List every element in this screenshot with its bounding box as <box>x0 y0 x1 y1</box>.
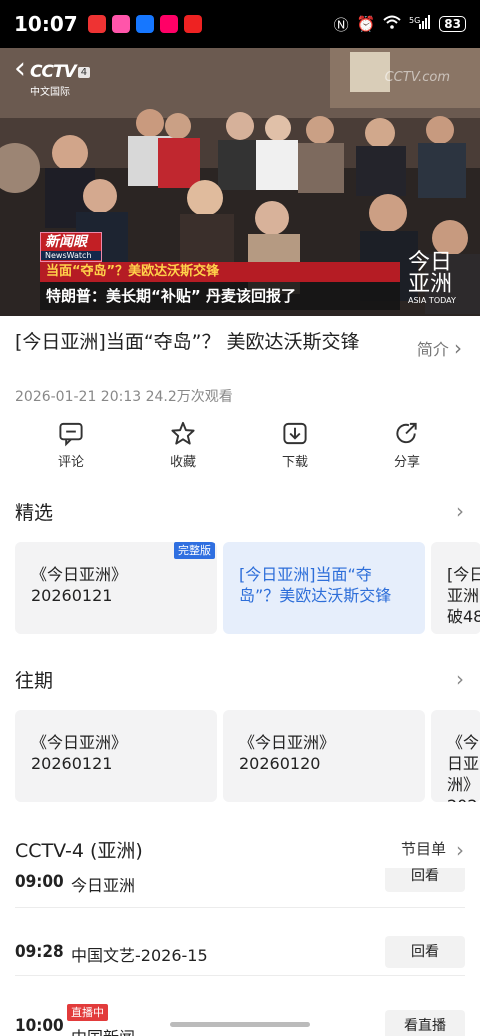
comment-icon <box>59 422 83 447</box>
featured-card-title: 《今日亚洲》20260121 <box>31 565 128 605</box>
past-card[interactable]: 《今日亚洲》20260120 <box>223 710 425 802</box>
schedule-time: 09:00 <box>15 872 64 892</box>
show-logo-en: ASIA TODAY <box>408 296 456 305</box>
full-version-badge: 完整版 <box>174 542 215 559</box>
app-notification-icon <box>111 15 130 33</box>
cctv-logo-sub: 中文国际 <box>30 87 70 98</box>
live-badge: 直播中 <box>67 1004 108 1021</box>
newswatch-cn: 新闻眼 <box>45 234 87 250</box>
share-button[interactable]: 分享 <box>351 420 463 470</box>
watch-live-button[interactable]: 看直播 <box>385 1010 465 1036</box>
back-icon[interactable]: ‹ <box>14 54 26 84</box>
past-card-title: 《今日亚洲》20260120 <box>239 733 336 773</box>
download-button[interactable]: 下载 <box>239 420 351 470</box>
star-icon <box>171 421 195 445</box>
cctv-channel-number: 4 <box>77 67 91 78</box>
past-list: 《今日亚洲》20260121 《今日亚洲》20260120 《今日亚洲》2026 <box>15 710 480 802</box>
app-notification-icon <box>87 15 106 33</box>
program-list-button[interactable]: 节目单 <box>401 838 446 859</box>
download-icon <box>283 422 307 445</box>
channel-name: CCTV-4 (亚洲) <box>15 840 143 862</box>
featured-heading: 精选 <box>15 502 54 524</box>
download-label: 下载 <box>281 455 308 470</box>
schedule-program: 今日亚洲 <box>71 876 136 895</box>
past-heading: 往期 <box>15 670 54 692</box>
favorite-button[interactable]: 收藏 <box>127 420 239 470</box>
nfc-icon: Ⓝ <box>333 15 349 34</box>
alarm-icon: ⏰ <box>356 15 376 33</box>
schedule-row[interactable]: 09:00 今日亚洲 回看 <box>15 868 465 908</box>
past-card-title: 《今日亚洲》20260121 <box>31 733 128 773</box>
schedule-time: 10:00 <box>15 1016 64 1036</box>
show-logo-line1: 今日 <box>408 250 453 275</box>
favorite-label: 收藏 <box>169 455 196 470</box>
featured-list: 完整版 《今日亚洲》20260121 [今日亚洲]当面“夺岛”？美欧达沃斯交锋 … <box>15 542 480 634</box>
action-bar: 评论 收藏 下载 分享 <box>0 420 480 470</box>
episode-title: [今日亚洲]当面“夺岛”？ 美欧达沃斯交锋 <box>15 331 360 353</box>
schedule-program: 中国新闻 <box>71 1024 135 1036</box>
news-ticker-top: 当面“夺岛”？美欧达沃斯交锋 <box>40 262 400 282</box>
cctv-logo: CCTV 4 中文国际 <box>30 62 91 98</box>
schedule-row[interactable]: 09:28 中国文艺-2026-15 回看 <box>15 916 465 976</box>
replay-button[interactable]: 回看 <box>385 936 465 968</box>
status-app-icons <box>87 15 202 33</box>
app-notification-icon <box>135 15 154 33</box>
chevron-right-icon: › <box>454 336 462 360</box>
past-card-title: 《今日亚洲》2026 <box>447 733 480 802</box>
wifi-icon <box>383 15 401 33</box>
featured-more-icon[interactable]: › <box>456 499 464 523</box>
replay-button[interactable]: 回看 <box>385 868 465 892</box>
featured-card-title: [今日亚洲]当面“夺岛”？美欧达沃斯交锋 <box>239 565 392 605</box>
episode-meta: 2026-01-21 20:13 24.2万次观看 <box>15 389 233 405</box>
intro-label: 简介 <box>416 340 449 359</box>
network-type: 5G <box>409 16 420 25</box>
status-time: 10:07 <box>14 12 78 36</box>
app-notification-icon <box>183 15 202 33</box>
featured-card[interactable]: 完整版 《今日亚洲》20260121 <box>15 542 217 634</box>
signal-icon: 5G <box>409 15 431 33</box>
comment-label: 评论 <box>57 455 84 470</box>
status-bar: 10:07 Ⓝ ⏰ 5G 83 <box>0 0 480 48</box>
share-label: 分享 <box>393 455 420 470</box>
schedule-time: 09:28 <box>15 942 64 962</box>
past-more-icon[interactable]: › <box>456 667 464 691</box>
video-player[interactable]: ‹ CCTV 4 中文国际 CCTV.com 新闻眼 NewsWatch 当面“夺… <box>0 48 480 316</box>
asia-today-logo: 今日 亚洲 ASIA TODAY <box>408 250 456 306</box>
past-card[interactable]: 《今日亚洲》20260121 <box>15 710 217 802</box>
app-notification-icon <box>159 15 178 33</box>
schedule-list: 09:00 今日亚洲 回看 09:28 中国文艺-2026-15 回看 直播中 … <box>15 868 465 1036</box>
share-icon <box>396 422 417 444</box>
comment-button[interactable]: 评论 <box>15 420 127 470</box>
featured-card[interactable]: [今日亚洲]破48 <box>431 542 480 634</box>
past-card[interactable]: 《今日亚洲》2026 <box>431 710 480 802</box>
featured-card-active[interactable]: [今日亚洲]当面“夺岛”？美欧达沃斯交锋 <box>223 542 425 634</box>
newswatch-en: NewsWatch <box>41 251 101 260</box>
cctv-watermark: CCTV.com <box>384 70 450 85</box>
show-logo-line2: 亚洲 <box>408 272 453 297</box>
news-ticker-bottom: 特朗普：美长期“补贴” 丹麦该回报了 <box>40 282 400 310</box>
newswatch-logo: 新闻眼 NewsWatch <box>40 232 102 262</box>
cctv-logo-text: CCTV <box>30 62 77 82</box>
battery-indicator: 83 <box>439 16 466 32</box>
featured-card-title: [今日亚洲]破48 <box>447 565 480 626</box>
schedule-row[interactable]: 直播中 10:00 中国新闻 看直播 <box>15 988 465 1036</box>
intro-button[interactable]: 简介 › <box>417 336 462 360</box>
schedule-program: 中国文艺-2026-15 <box>71 946 208 965</box>
home-indicator[interactable] <box>170 1022 310 1027</box>
program-list-chevron-icon[interactable]: › <box>456 838 464 862</box>
